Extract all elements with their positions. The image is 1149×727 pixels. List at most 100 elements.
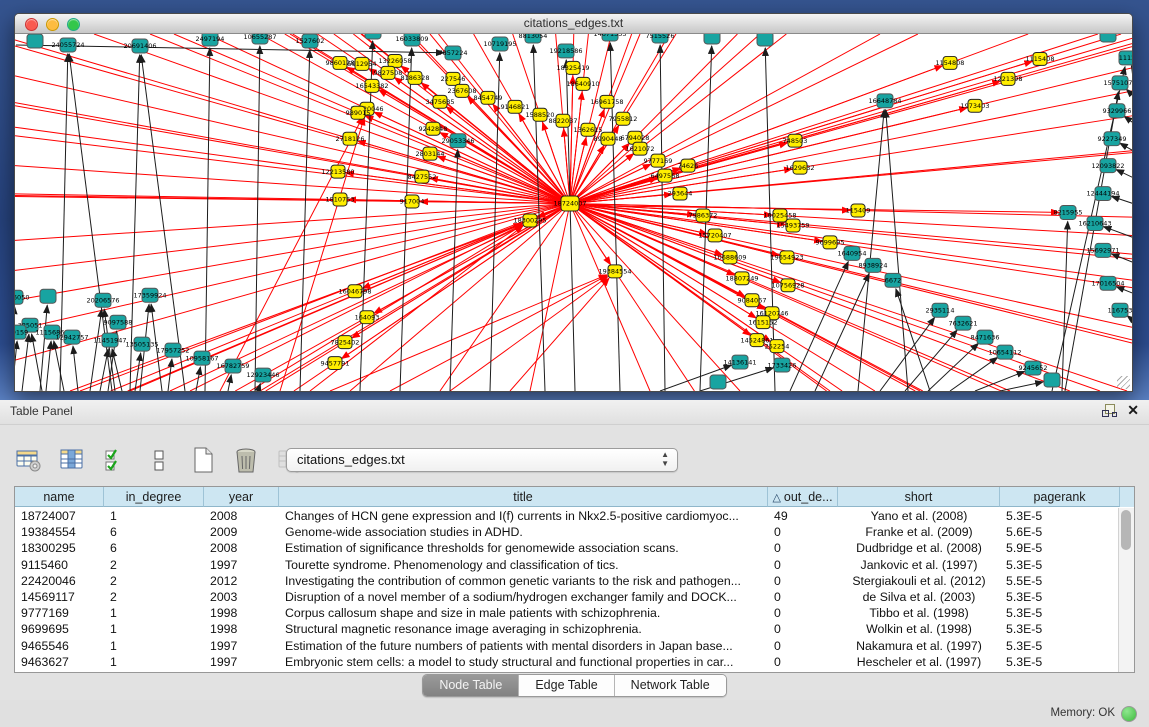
graph-node[interactable] [1100, 34, 1116, 42]
graph-node-label: 8454749 [474, 94, 503, 102]
column-header-short[interactable]: short [838, 487, 1000, 507]
table-row[interactable]: 1830029562008Estimation of significance … [15, 540, 1119, 556]
graph-node-label: 10688609 [713, 254, 746, 262]
graph-node-label: 9146821 [501, 103, 530, 111]
close-panel-icon[interactable]: ✕ [1127, 403, 1139, 417]
table-cell: 18724007 [15, 508, 104, 524]
graph-node-label: 6672 [885, 277, 902, 285]
table-cell: 1998 [204, 605, 279, 621]
graph-node-label: 1115408 [1026, 55, 1055, 63]
table-cell: 0 [768, 573, 838, 589]
tab-network-table[interactable]: Network Table [614, 675, 726, 696]
table-row[interactable]: 1872400712008Changes of HCN gene express… [15, 508, 1119, 524]
graph-node-label: 16046798 [338, 287, 371, 295]
attribute-table: name in_degree year title △out_de... sho… [14, 486, 1135, 673]
graph-node-label: 1112 [1119, 54, 1132, 62]
graph-node-label: 8990448 [594, 135, 623, 143]
table-cell: 6 [104, 524, 204, 540]
delete-entries-icon[interactable] [233, 446, 259, 474]
table-header-row: name in_degree year title △out_de... sho… [15, 487, 1134, 507]
table-cell: 1 [104, 605, 204, 621]
table-scrollbar[interactable] [1118, 508, 1134, 672]
window-titlebar[interactable]: citations_edges.txt [15, 14, 1132, 34]
table-cell: 5.3E-5 [1000, 508, 1119, 524]
table-row[interactable]: 969969511998Structural magnetic resonanc… [15, 621, 1119, 637]
graph-node[interactable] [757, 34, 773, 46]
table-cell: 2 [104, 573, 204, 589]
table-cell: Wolkin et al. (1998) [838, 621, 1000, 637]
column-header-in-degree[interactable]: in_degree [104, 487, 204, 507]
column-header-pagerank[interactable]: pagerank [1000, 487, 1120, 507]
clear-selection-icon[interactable] [146, 446, 172, 474]
column-header-out-degree[interactable]: △out_de... [768, 487, 838, 507]
graph-node[interactable] [710, 375, 726, 389]
graph-node-label: 7632621 [949, 319, 978, 327]
table-cell: 5.3E-5 [1000, 557, 1119, 573]
scrollbar-thumb[interactable] [1121, 510, 1131, 550]
graph-node-label: 5912954 [348, 60, 377, 68]
graph-node[interactable] [40, 289, 56, 303]
memory-status-label: Memory: OK [1050, 707, 1115, 719]
table-row[interactable]: 946362711997Embryonic stem cells: a mode… [15, 654, 1119, 670]
table-cell: 2 [104, 557, 204, 573]
graph-node-label: 16543382 [355, 82, 388, 90]
table-row[interactable]: 946554611997Estimation of the future num… [15, 638, 1119, 654]
graph-node-label: 9084067 [738, 296, 767, 304]
graph-node[interactable] [1044, 373, 1060, 387]
table-toolbar: f(x) citations_edges.txt ▲▼ [16, 446, 1133, 478]
table-cell: 5.3E-5 [1000, 605, 1119, 621]
tab-node-table[interactable]: Node Table [423, 675, 518, 696]
table-cell: 0 [768, 654, 838, 670]
graph-node-label: 8938924 [859, 262, 888, 270]
table-cell: 5.3E-5 [1000, 654, 1119, 670]
graph-node-label: 1221398 [994, 75, 1023, 83]
graph-node-label: 10719195 [483, 40, 516, 48]
graph-node-label: 10655287 [243, 34, 276, 41]
graph-node-label: 2616050 [15, 293, 29, 301]
graph-node-label: 10958167 [185, 354, 218, 362]
graph-node-label: 18807249 [725, 275, 758, 283]
table-cell: Structural magnetic resonance image aver… [279, 621, 768, 637]
graph-node-label: 1527602 [296, 37, 325, 45]
graph-node-label: 252254 [765, 342, 790, 350]
graph-node-label: 20691406 [123, 42, 156, 50]
network-view-window[interactable]: citations_edges.txt 24055724206914062497… [14, 13, 1133, 392]
network-canvas[interactable]: 2405572420691406249719410655287152760284… [15, 34, 1132, 391]
graph-node-label: 9329966 [1103, 107, 1132, 115]
status-bar: Memory: OK [0, 700, 1149, 727]
new-table-icon[interactable] [190, 446, 216, 474]
column-settings-icon[interactable] [16, 446, 42, 474]
graph-node-label: 74626 [678, 162, 699, 170]
graph-node-label: 17016504 [1091, 280, 1124, 288]
graph-node-label: 7825402 [331, 338, 360, 346]
tab-edge-table[interactable]: Edge Table [518, 675, 613, 696]
table-row[interactable]: 911546021997Tourette syndrome. Phenomeno… [15, 557, 1119, 573]
show-columns-icon[interactable] [59, 446, 85, 474]
window-resize-grip[interactable] [1117, 376, 1130, 389]
graph-node-label: 19218586 [549, 47, 582, 55]
graph-node-label: 7857224 [439, 49, 468, 57]
graph-node-label: 12942757 [55, 333, 88, 341]
column-header-year[interactable]: year [204, 487, 279, 507]
table-selector-dropdown[interactable]: citations_edges.txt ▲▼ [286, 448, 678, 472]
graph-node-label: 13226058 [378, 57, 411, 65]
table-row[interactable]: 1456911722003Disruption of a novel membe… [15, 589, 1119, 605]
table-cell: 6 [104, 540, 204, 556]
graph-node-label: 8466160 [359, 34, 388, 36]
table-cell: Tibbo et al. (1998) [838, 605, 1000, 621]
float-window-icon[interactable] [1102, 404, 1115, 417]
graph-node-label: 7515526 [646, 34, 675, 40]
select-all-icon[interactable] [103, 446, 129, 474]
memory-ok-indicator[interactable] [1121, 706, 1137, 722]
column-header-name[interactable]: name [15, 487, 104, 507]
citation-network-graph[interactable]: 2405572420691406249719410655287152760284… [15, 34, 1132, 391]
graph-node[interactable] [704, 34, 720, 44]
table-row[interactable]: 1938455462009Genome-wide association stu… [15, 524, 1119, 540]
table-row[interactable]: 977716911998Corpus callosum shape and si… [15, 605, 1119, 621]
graph-node[interactable] [27, 34, 43, 48]
table-row[interactable]: 2242004622012Investigating the contribut… [15, 573, 1119, 589]
column-header-title[interactable]: title [279, 487, 768, 507]
table-cell: Yano et al. (2008) [838, 508, 1000, 524]
table-cell: 5.3E-5 [1000, 589, 1119, 605]
graph-node-label: 1640954 [838, 250, 867, 258]
